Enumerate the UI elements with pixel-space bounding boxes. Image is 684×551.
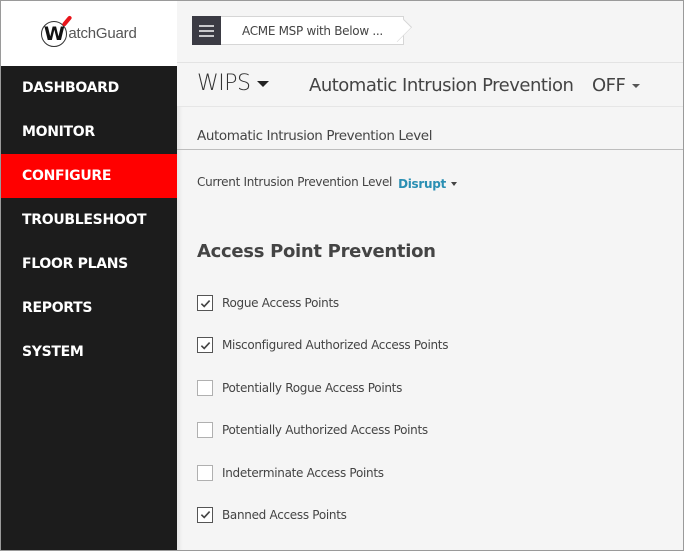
checkbox-row-rogue[interactable]: Rogue Access Points [197,295,448,337]
caret-down-icon [257,80,270,87]
logo-mark-letter: W [43,22,65,45]
checkbox[interactable] [197,337,213,354]
aip-status-dropdown[interactable]: OFF [592,75,641,96]
checkbox[interactable] [197,422,213,439]
checkbox-label: Misconfigured Authorized Access Points [222,338,449,353]
menu-toggle-button[interactable] [192,16,221,45]
nav-item-dashboard[interactable]: DASHBOARD [1,66,177,110]
checkbox-label: Potentially Authorized Access Points [222,423,428,438]
checkbox[interactable] [197,295,213,311]
checkbox[interactable] [197,506,213,523]
breadcrumb-label: ACME MSP with Below ... [242,23,383,38]
logo-text: atchGuard [68,25,137,42]
prevention-checkbox-list: Rogue Access Points Misconfigured Author… [197,295,448,549]
nav-label: REPORTS [22,300,93,316]
checkbox[interactable] [197,379,213,396]
nav-item-monitor[interactable]: MONITOR [1,110,177,154]
divider [177,149,683,150]
nav-label: TROUBLESHOOT [22,212,147,228]
checkbox-row-misconfigured[interactable]: Misconfigured Authorized Access Points [197,337,448,379]
top-bar: ACME MSP with Below ... [177,1,683,63]
content-shadow [177,63,183,550]
nav-label: DASHBOARD [22,80,119,96]
hamburger-icon [199,24,214,27]
nav-item-system[interactable]: SYSTEM [1,330,177,374]
check-icon [200,341,210,350]
checkbox-label: Banned Access Points [222,507,347,522]
current-level-row: Current Intrusion Prevention Level Disru… [197,175,457,191]
caret-down-icon [632,83,641,88]
nav-label: MONITOR [22,124,95,140]
prevention-level-value: Disrupt [398,177,446,191]
nav-label: CONFIGURE [22,168,112,184]
check-icon [200,511,210,520]
checkbox-row-potentially-rogue[interactable]: Potentially Rogue Access Points [197,379,448,422]
watchguard-logo[interactable]: W atchGuard [41,14,137,47]
wips-dropdown[interactable]: WIPS [197,71,270,96]
caret-down-icon [450,182,457,186]
sidebar: W atchGuard DASHBOARD MONITOR CONFIGURE … [1,1,177,550]
checkbox-label: Potentially Rogue Access Points [222,380,403,395]
breadcrumb-account[interactable]: ACME MSP with Below ... [221,16,404,45]
checkbox[interactable] [197,464,213,481]
wips-dropdown-label: WIPS [197,71,251,96]
app-window: W atchGuard DASHBOARD MONITOR CONFIGURE … [0,0,684,551]
nav-item-configure[interactable]: CONFIGURE [1,154,177,198]
checkbox-row-indeterminate[interactable]: Indeterminate Access Points [197,464,448,507]
nav-item-reports[interactable]: REPORTS [1,286,177,330]
hamburger-icon-bar [199,29,214,32]
checkbox-row-banned[interactable]: Banned Access Points [197,506,448,549]
checkbox-label: Indeterminate Access Points [222,465,384,480]
checkbox-label: Rogue Access Points [222,296,339,310]
level-heading: Automatic Intrusion Prevention Level [197,128,433,144]
page-header: WIPS Automatic Intrusion Prevention OFF [177,63,683,107]
hamburger-icon-bar [199,34,214,37]
check-icon [200,299,210,308]
nav-item-floor-plans[interactable]: FLOOR PLANS [1,242,177,286]
aip-status-value: OFF [592,75,626,96]
prevention-level-dropdown[interactable]: Disrupt [398,177,457,191]
nav-label: SYSTEM [22,344,84,360]
checkbox-row-potentially-authorized[interactable]: Potentially Authorized Access Points [197,422,448,464]
feature-title: Automatic Intrusion Prevention [309,75,574,96]
section-title: Access Point Prevention [197,241,436,262]
current-level-label: Current Intrusion Prevention Level [197,175,393,189]
logo-area: W atchGuard [1,1,177,66]
main-nav: DASHBOARD MONITOR CONFIGURE TROUBLESHOOT… [1,66,177,374]
nav-item-troubleshoot[interactable]: TROUBLESHOOT [1,198,177,242]
nav-label: FLOOR PLANS [22,256,128,272]
